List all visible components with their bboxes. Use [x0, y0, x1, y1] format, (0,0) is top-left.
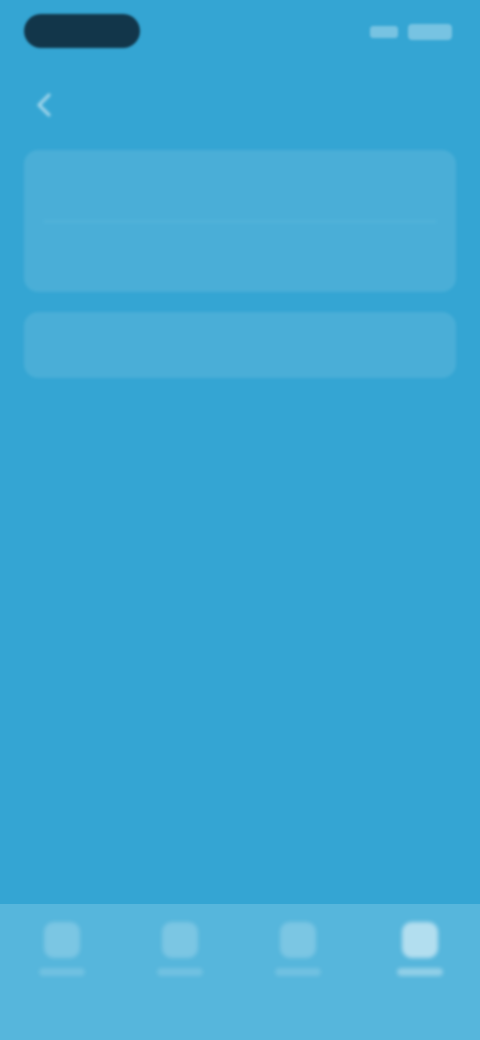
- nav-caption: [275, 968, 321, 976]
- home-icon: [44, 922, 80, 958]
- search-icon: [280, 922, 316, 958]
- page-title: [88, 90, 94, 120]
- chevron-left-icon[interactable]: [30, 90, 60, 120]
- page-header: [0, 76, 480, 136]
- settings-group-card: [24, 150, 456, 292]
- settings-row[interactable]: [24, 224, 456, 284]
- settings-icon: [402, 922, 438, 958]
- nav-caption: [157, 968, 203, 976]
- nav-caption: [397, 968, 443, 976]
- nav-item-search[interactable]: [254, 922, 342, 1002]
- battery-icon: [408, 24, 452, 40]
- settings-single-card: [24, 312, 456, 378]
- status-bar: [0, 0, 480, 64]
- app-screen: [0, 0, 480, 1040]
- status-time-pill: [24, 14, 140, 48]
- bottom-navigation: [0, 904, 480, 1040]
- status-indicators: [370, 22, 452, 42]
- list-icon: [162, 922, 198, 958]
- nav-item-settings[interactable]: [376, 922, 464, 1002]
- signal-icon: [370, 26, 398, 38]
- settings-row[interactable]: [24, 315, 456, 375]
- nav-item-list[interactable]: [136, 922, 224, 1002]
- nav-item-home[interactable]: [18, 922, 106, 1002]
- nav-caption: [39, 968, 85, 976]
- settings-row[interactable]: [24, 158, 456, 218]
- row-divider: [44, 221, 436, 222]
